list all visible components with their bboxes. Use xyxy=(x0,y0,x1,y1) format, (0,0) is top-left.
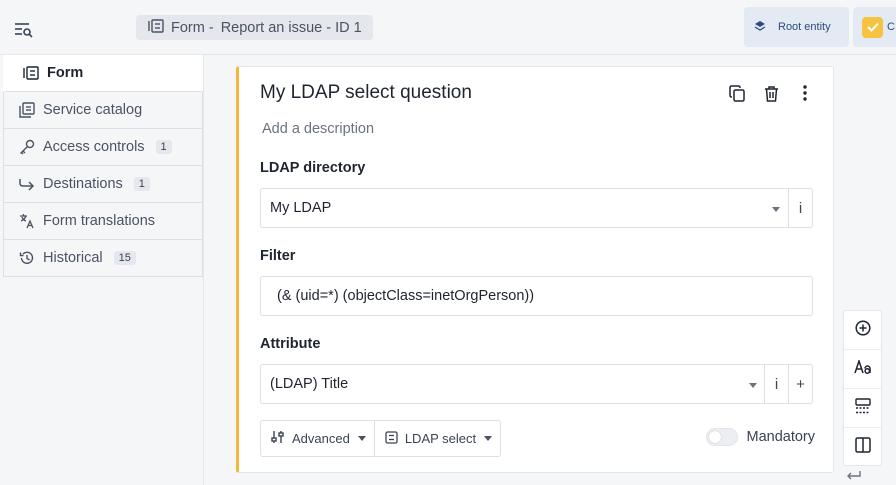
chevron-down-icon xyxy=(484,436,493,441)
info-icon[interactable]: i xyxy=(788,189,812,227)
more-vertical-icon[interactable] xyxy=(795,83,815,103)
add-question-button[interactable] xyxy=(844,311,881,350)
tab-label: Form xyxy=(47,65,84,81)
chevron-down-icon xyxy=(357,436,366,441)
info-icon[interactable]: i xyxy=(764,365,788,403)
recursive-button[interactable]: C xyxy=(853,7,896,47)
advanced-label: Advanced xyxy=(292,431,350,446)
translate-icon xyxy=(18,213,35,230)
top-bar: Form - Report an issue - ID 1 Root entit… xyxy=(0,0,896,55)
description-input[interactable]: Add a description xyxy=(262,121,374,137)
question-card[interactable]: My LDAP select question Add a descriptio… xyxy=(236,66,834,473)
history-icon xyxy=(18,250,35,267)
attribute-label: Attribute xyxy=(260,336,321,352)
tab-form-translations[interactable]: Form translations xyxy=(3,203,203,240)
breadcrumb-prefix: Form - xyxy=(171,19,214,36)
collapse-menu-icon[interactable] xyxy=(14,22,36,40)
tab-form[interactable]: Form xyxy=(3,55,203,92)
tab-label: Access controls xyxy=(43,139,145,155)
add-comment-button[interactable] xyxy=(844,350,881,389)
arrow-forward-icon xyxy=(18,176,35,193)
question-title[interactable]: My LDAP select question xyxy=(260,82,472,104)
floating-toolbar xyxy=(843,310,882,466)
tab-list: Form Service catalog Access controls 1 D… xyxy=(3,55,203,277)
recursive-label: C xyxy=(887,21,895,33)
root-entity-button[interactable]: Root entity xyxy=(744,7,849,47)
add-attribute-button[interactable]: + xyxy=(788,365,812,403)
attribute-select[interactable]: (LDAP) Title i + xyxy=(260,364,813,404)
advanced-button[interactable]: Advanced xyxy=(261,421,374,456)
ldap-directory-select[interactable]: My LDAP i xyxy=(260,188,813,228)
question-type-label: LDAP select xyxy=(404,431,477,446)
count-badge: 1 xyxy=(155,140,172,154)
breadcrumb: Form - Report an issue - ID 1 xyxy=(136,15,373,40)
columns-icon xyxy=(854,437,871,458)
mandatory-toggle[interactable]: Mandatory xyxy=(706,428,815,446)
section-icon xyxy=(854,397,871,419)
form-icon xyxy=(22,65,39,82)
question-footer-buttons: Advanced LDAP select xyxy=(260,420,502,457)
toggle-switch[interactable] xyxy=(706,428,739,446)
plus-circle-icon xyxy=(854,319,871,341)
form-icon xyxy=(148,18,164,37)
tab-label: Form translations xyxy=(43,213,156,229)
attribute-value: (LDAP) Title xyxy=(270,376,349,392)
tab-service-catalog[interactable]: Service catalog xyxy=(3,92,203,129)
tab-historical[interactable]: Historical 15 xyxy=(3,240,203,277)
layers-icon xyxy=(754,20,766,35)
return-icon xyxy=(846,470,862,485)
root-entity-label: Root entity xyxy=(778,21,831,33)
ldap-directory-value: My LDAP xyxy=(270,200,332,216)
catalog-icon xyxy=(18,102,35,119)
ldap-select-icon xyxy=(385,430,398,447)
key-icon xyxy=(18,139,35,156)
duplicate-icon[interactable] xyxy=(727,83,747,103)
mandatory-label: Mandatory xyxy=(746,429,815,445)
filter-input[interactable]: (& (uid=*) (objectClass=inetOrgPerson)) xyxy=(260,276,813,316)
add-section-button[interactable] xyxy=(844,389,881,428)
tab-label: Service catalog xyxy=(43,102,143,118)
count-badge: 15 xyxy=(113,251,136,265)
trash-icon[interactable] xyxy=(761,83,781,103)
tab-label: Historical xyxy=(43,250,103,266)
text-format-icon xyxy=(853,358,872,379)
tab-access-controls[interactable]: Access controls 1 xyxy=(3,129,203,166)
chevron-down-icon xyxy=(772,207,780,212)
checkbox-checked-icon xyxy=(862,16,883,38)
ldap-directory-label: LDAP directory xyxy=(260,160,366,176)
chevron-down-icon xyxy=(749,383,757,388)
add-column-button[interactable] xyxy=(844,428,881,467)
count-badge: 1 xyxy=(133,177,150,191)
breadcrumb-title: Report an issue - ID 1 xyxy=(220,19,362,36)
tab-destinations[interactable]: Destinations 1 xyxy=(3,166,203,203)
question-type-button[interactable]: LDAP select xyxy=(373,421,500,456)
sliders-icon xyxy=(271,430,285,447)
filter-label: Filter xyxy=(260,248,296,264)
question-actions xyxy=(727,83,815,103)
tab-label: Destinations xyxy=(43,176,123,192)
